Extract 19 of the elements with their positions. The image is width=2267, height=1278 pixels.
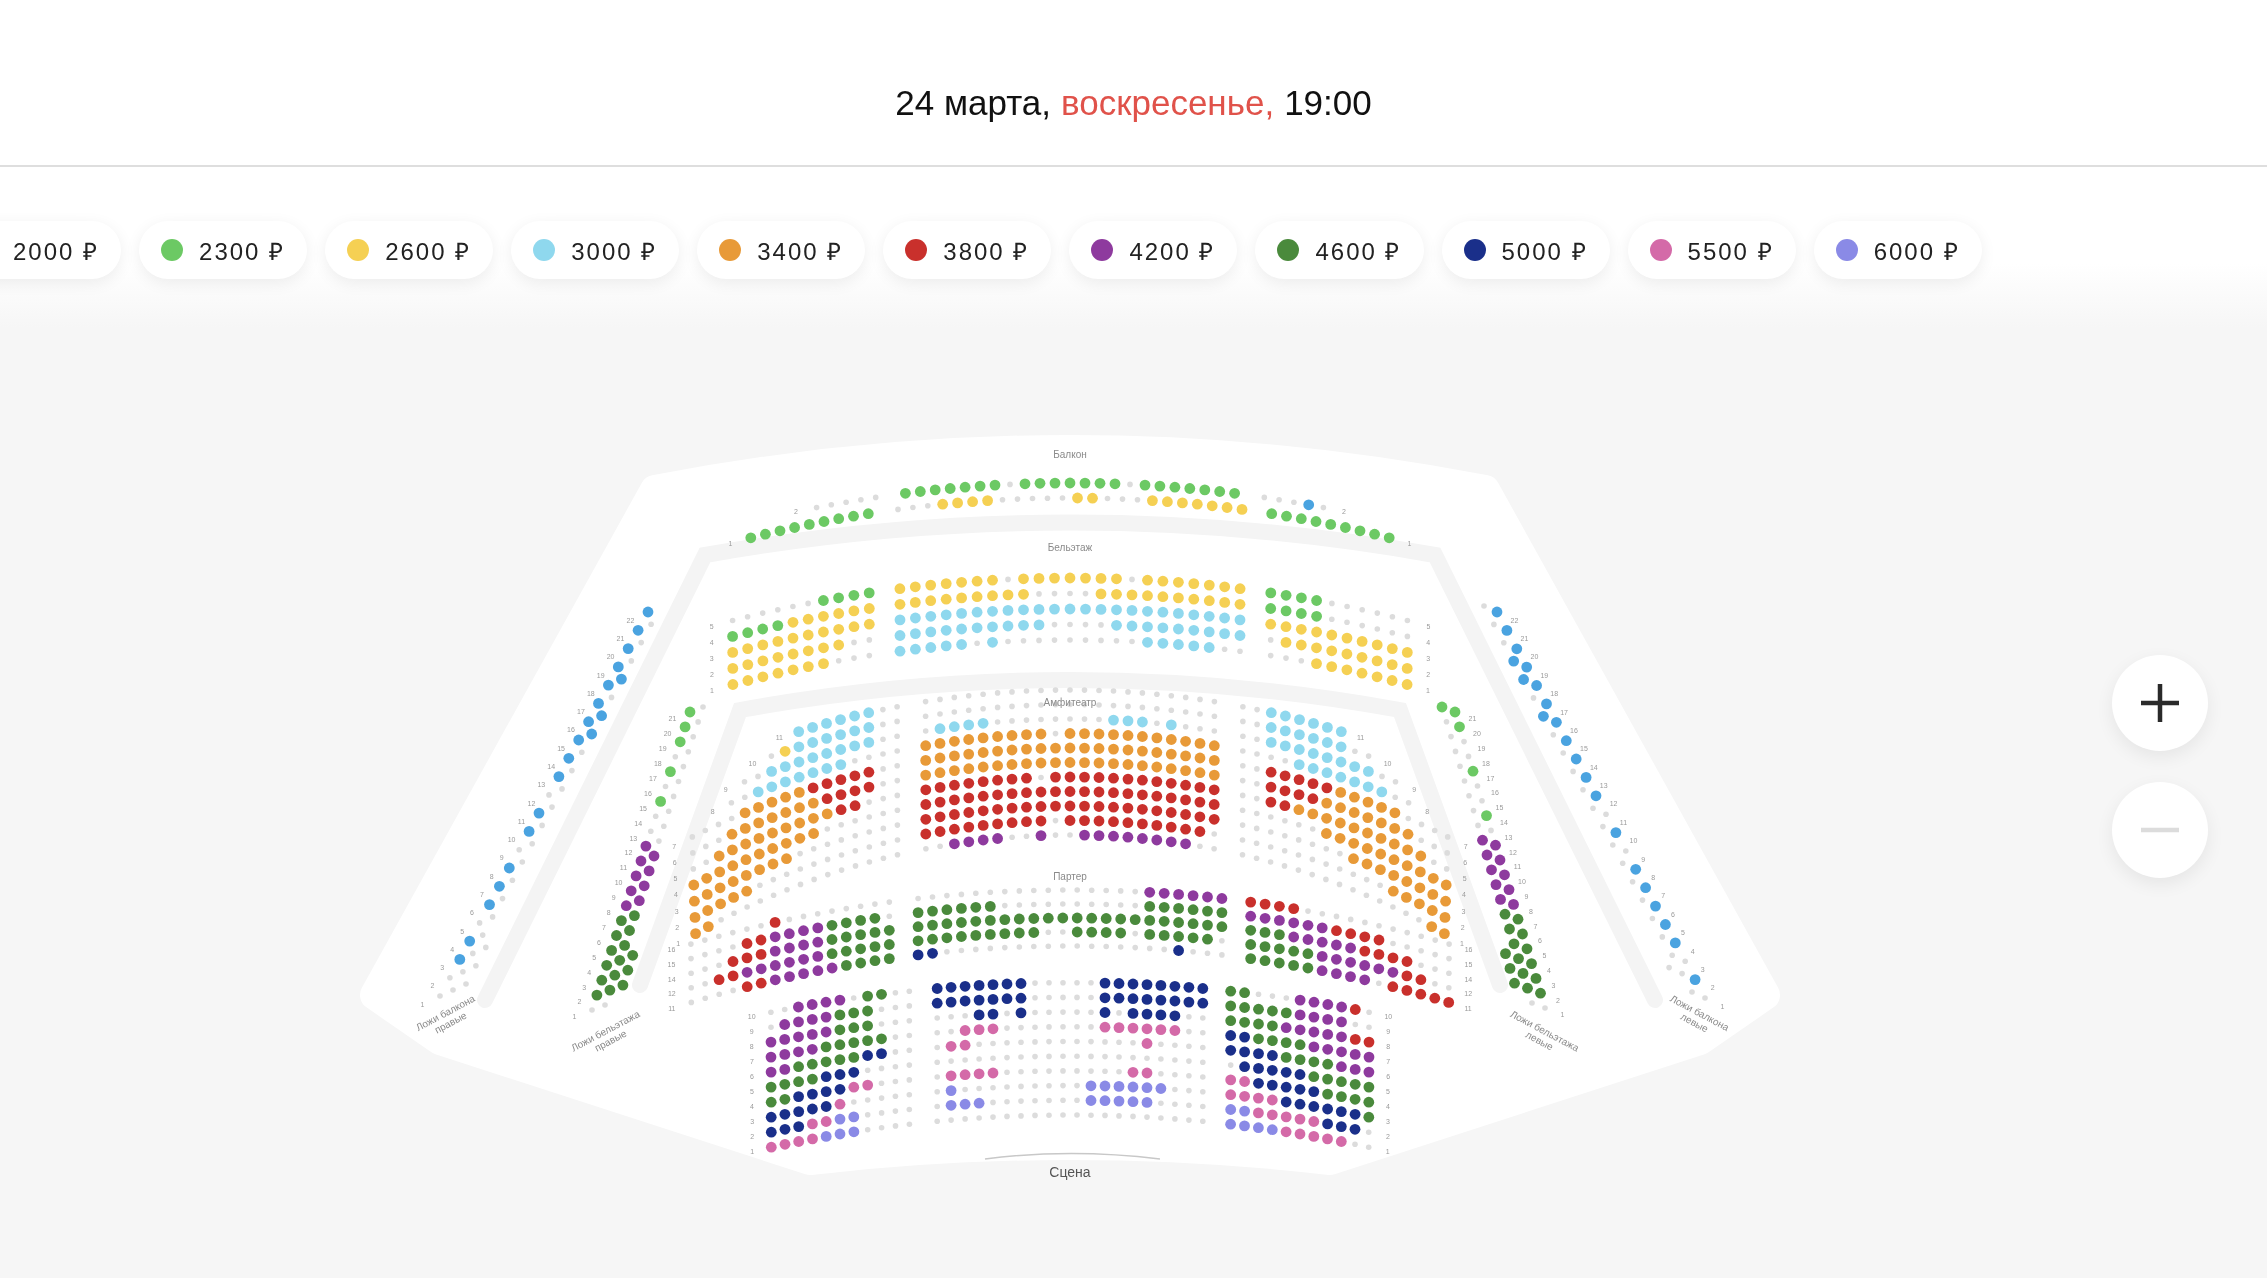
- time-text: 19:00: [1284, 83, 1372, 123]
- price-filter-chip[interactable]: 3400 ₽: [697, 221, 866, 279]
- section-label: Балкон: [1053, 449, 1087, 460]
- section-label: Амфитеатр: [1043, 697, 1097, 708]
- price-filter-chip[interactable]: 2000 ₽: [0, 221, 122, 279]
- price-filter-chip[interactable]: 5000 ₽: [1441, 221, 1610, 279]
- section-label: Бельэтаж: [1047, 542, 1093, 553]
- price-filter-chip[interactable]: 4600 ₽: [1255, 221, 1424, 279]
- price-filter-chip[interactable]: 3800 ₽: [883, 221, 1052, 279]
- price-filter-chip[interactable]: 5500 ₽: [1627, 221, 1796, 279]
- price-filter-chip[interactable]: 6000 ₽: [1813, 221, 1982, 279]
- price-filter-chip[interactable]: 4200 ₽: [1069, 221, 1238, 279]
- price-filter-chip[interactable]: 2600 ₽: [325, 221, 494, 279]
- section-label: Сцена: [1049, 1164, 1091, 1180]
- price-filter-chip[interactable]: 3000 ₽: [511, 221, 680, 279]
- date-text: 24 марта,: [895, 83, 1051, 123]
- section-label: Партер: [1053, 871, 1087, 882]
- price-filter-chip[interactable]: 2300 ₽: [139, 221, 308, 279]
- weekday-text: воскресенье,: [1061, 83, 1275, 123]
